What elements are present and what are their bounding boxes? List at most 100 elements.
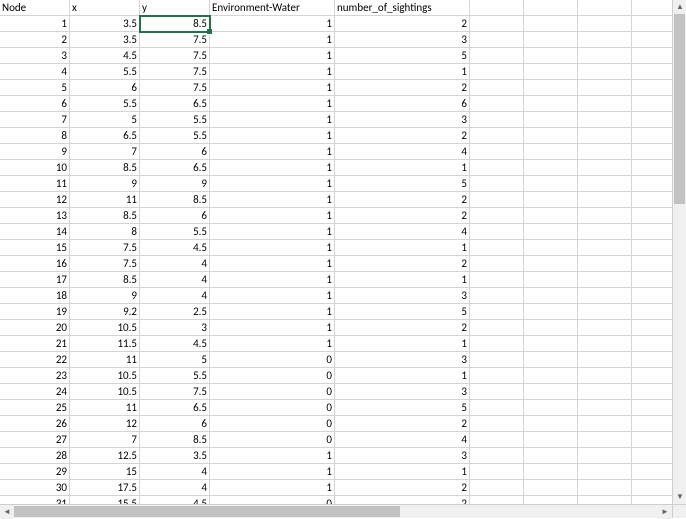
data-cell[interactable]: 10: [0, 160, 70, 176]
data-cell[interactable]: 7.5: [140, 48, 210, 64]
data-cell[interactable]: 1: [335, 240, 470, 256]
data-cell[interactable]: 1: [210, 336, 335, 352]
data-cell[interactable]: 5: [70, 112, 140, 128]
empty-cell[interactable]: [524, 288, 578, 304]
empty-cell[interactable]: [524, 416, 578, 432]
empty-cell[interactable]: [578, 176, 632, 192]
data-cell[interactable]: 8.5: [140, 432, 210, 448]
data-cell[interactable]: 1: [210, 32, 335, 48]
data-cell[interactable]: 3: [140, 320, 210, 336]
data-cell[interactable]: 7.5: [140, 64, 210, 80]
data-cell[interactable]: 7.5: [70, 240, 140, 256]
data-cell[interactable]: 1: [335, 64, 470, 80]
data-cell[interactable]: 1: [210, 464, 335, 480]
data-cell[interactable]: 4: [140, 288, 210, 304]
data-cell[interactable]: 12: [0, 192, 70, 208]
data-cell[interactable]: 2: [335, 480, 470, 496]
data-cell[interactable]: 5.5: [140, 112, 210, 128]
empty-cell[interactable]: [470, 224, 524, 240]
empty-cell[interactable]: [578, 208, 632, 224]
data-cell[interactable]: 4: [335, 224, 470, 240]
data-cell[interactable]: 21: [0, 336, 70, 352]
data-cell[interactable]: 15: [0, 240, 70, 256]
data-cell[interactable]: 14: [0, 224, 70, 240]
data-cell[interactable]: 18: [0, 288, 70, 304]
data-cell[interactable]: 12: [70, 416, 140, 432]
empty-cell[interactable]: [524, 112, 578, 128]
data-cell[interactable]: 0: [210, 384, 335, 400]
data-cell[interactable]: 4.5: [140, 336, 210, 352]
empty-cell[interactable]: [578, 112, 632, 128]
data-cell[interactable]: 2: [0, 32, 70, 48]
data-cell[interactable]: 6: [140, 416, 210, 432]
data-cell[interactable]: 7: [0, 112, 70, 128]
empty-cell[interactable]: [578, 240, 632, 256]
empty-cell[interactable]: [470, 352, 524, 368]
scroll-left-icon[interactable]: ◄: [0, 505, 14, 519]
column-header[interactable]: Environment-Water: [210, 0, 335, 16]
data-cell[interactable]: 3.5: [140, 448, 210, 464]
data-cell[interactable]: 8.5: [70, 208, 140, 224]
empty-cell[interactable]: [524, 128, 578, 144]
data-cell[interactable]: 4.5: [140, 240, 210, 256]
data-cell[interactable]: 22: [0, 352, 70, 368]
data-cell[interactable]: 7.5: [140, 32, 210, 48]
data-cell[interactable]: 6: [140, 144, 210, 160]
data-cell[interactable]: 1: [210, 288, 335, 304]
scroll-down-icon[interactable]: ▼: [673, 490, 686, 504]
data-cell[interactable]: 8.5: [140, 192, 210, 208]
data-cell[interactable]: 17.5: [70, 480, 140, 496]
data-cell[interactable]: 5: [140, 352, 210, 368]
empty-cell[interactable]: [578, 160, 632, 176]
data-cell[interactable]: 9: [0, 144, 70, 160]
spreadsheet-grid[interactable]: NodexyEnvironment-Waternumber_of_sightin…: [0, 0, 686, 512]
empty-cell[interactable]: [470, 256, 524, 272]
data-cell[interactable]: 7.5: [140, 80, 210, 96]
data-cell[interactable]: 13: [0, 208, 70, 224]
data-cell[interactable]: 0: [210, 432, 335, 448]
empty-cell[interactable]: [578, 336, 632, 352]
data-cell[interactable]: 5.5: [70, 64, 140, 80]
data-cell[interactable]: 5: [335, 176, 470, 192]
column-header[interactable]: y: [140, 0, 210, 16]
empty-cell[interactable]: [524, 352, 578, 368]
data-cell[interactable]: 1: [210, 64, 335, 80]
data-cell[interactable]: 4.5: [70, 48, 140, 64]
empty-cell[interactable]: [470, 416, 524, 432]
data-cell[interactable]: 4: [140, 464, 210, 480]
column-header[interactable]: Node: [0, 0, 70, 16]
empty-cell[interactable]: [524, 48, 578, 64]
data-cell[interactable]: 9: [140, 176, 210, 192]
data-cell[interactable]: 9: [70, 288, 140, 304]
empty-cell[interactable]: [578, 288, 632, 304]
data-cell[interactable]: 24: [0, 384, 70, 400]
empty-cell[interactable]: [578, 368, 632, 384]
data-cell[interactable]: 5.5: [140, 128, 210, 144]
empty-cell[interactable]: [470, 336, 524, 352]
empty-cell[interactable]: [578, 400, 632, 416]
empty-cell[interactable]: [470, 128, 524, 144]
data-cell[interactable]: 5.5: [70, 96, 140, 112]
empty-cell[interactable]: [470, 16, 524, 32]
empty-cell[interactable]: [578, 416, 632, 432]
data-cell[interactable]: 1: [210, 480, 335, 496]
data-cell[interactable]: 30: [0, 480, 70, 496]
horizontal-scrollbar[interactable]: ◄ ►: [0, 504, 672, 518]
data-cell[interactable]: 1: [210, 256, 335, 272]
data-cell[interactable]: 27: [0, 432, 70, 448]
data-cell[interactable]: 1: [335, 464, 470, 480]
data-cell[interactable]: 28: [0, 448, 70, 464]
data-cell[interactable]: 1: [210, 448, 335, 464]
data-cell[interactable]: 25: [0, 400, 70, 416]
scroll-track-horizontal[interactable]: [14, 505, 658, 518]
empty-cell[interactable]: [470, 192, 524, 208]
data-cell[interactable]: 10.5: [70, 320, 140, 336]
empty-cell[interactable]: [524, 240, 578, 256]
empty-cell[interactable]: [470, 96, 524, 112]
empty-cell[interactable]: [470, 112, 524, 128]
data-cell[interactable]: 5.5: [140, 224, 210, 240]
empty-cell[interactable]: [578, 0, 632, 16]
empty-cell[interactable]: [524, 208, 578, 224]
data-cell[interactable]: 1: [210, 192, 335, 208]
empty-cell[interactable]: [524, 464, 578, 480]
